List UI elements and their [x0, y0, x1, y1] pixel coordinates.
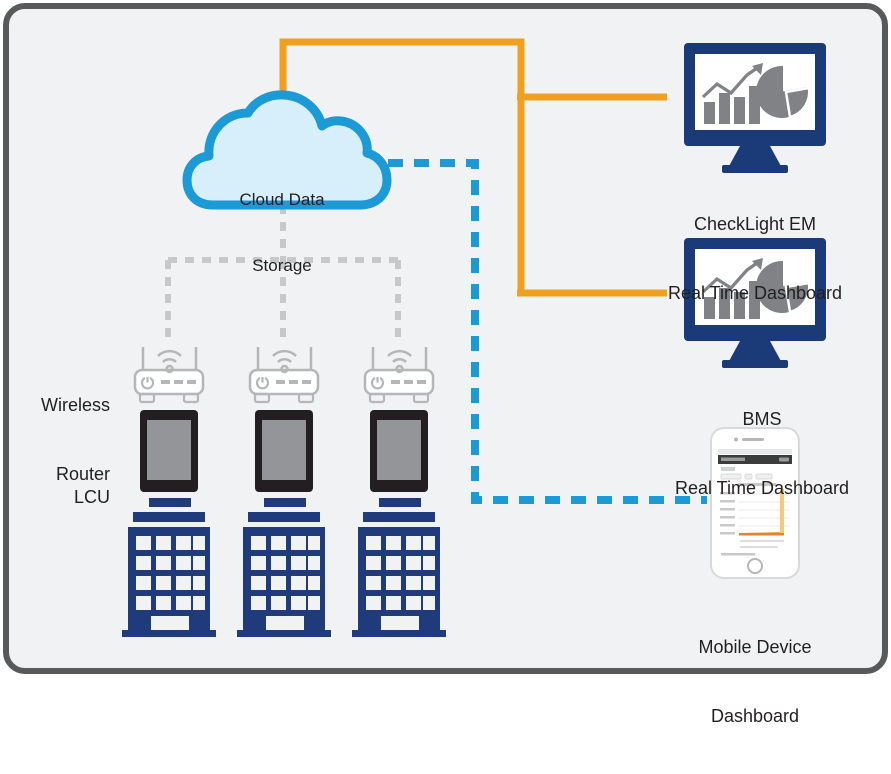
- cloud-label: Cloud Data Storage: [239, 145, 324, 321]
- wireless-router-label-line1: Wireless: [40, 395, 110, 415]
- checklight-monitor-icon[interactable]: [684, 43, 826, 173]
- building-icon-3[interactable]: [352, 498, 446, 637]
- bms-label-line1: BMS: [742, 409, 782, 429]
- building-icon-1[interactable]: [122, 498, 216, 637]
- wireless-router-icon-2[interactable]: [248, 347, 320, 404]
- wireless-router-icon-1[interactable]: [133, 347, 205, 404]
- cloud-label-line2: Storage: [252, 256, 312, 275]
- connection-cloud-to-mobile-cyan: [388, 159, 707, 504]
- bms-label: BMS Real Time Dashboard: [675, 362, 849, 546]
- lcu-device-2[interactable]: [255, 410, 313, 492]
- cloud-label-line1: Cloud Data: [239, 190, 325, 209]
- lcu-device-3[interactable]: [370, 410, 428, 492]
- wireless-router-icon-3[interactable]: [363, 347, 435, 404]
- building-icon-2[interactable]: [237, 498, 331, 637]
- mobile-device-label: Mobile Device Dashboard: [698, 590, 811, 774]
- diagram-root: Cloud Data Storage Wireless Router LCU C…: [0, 0, 891, 726]
- lcu-device-1[interactable]: [140, 410, 198, 492]
- checklight-label-line2: Real Time Dashboard: [667, 283, 843, 303]
- checklight-label-line1: CheckLight EM: [693, 214, 817, 234]
- mobile-device-label-line1: Mobile Device: [698, 637, 812, 657]
- checklight-label: CheckLight EM Real Time Dashboard: [668, 167, 842, 351]
- lcu-label-line1: LCU: [73, 487, 110, 507]
- bms-label-line2: Real Time Dashboard: [674, 478, 850, 498]
- mobile-device-label-line2: Dashboard: [710, 706, 800, 726]
- lcu-label: LCU: [74, 440, 110, 555]
